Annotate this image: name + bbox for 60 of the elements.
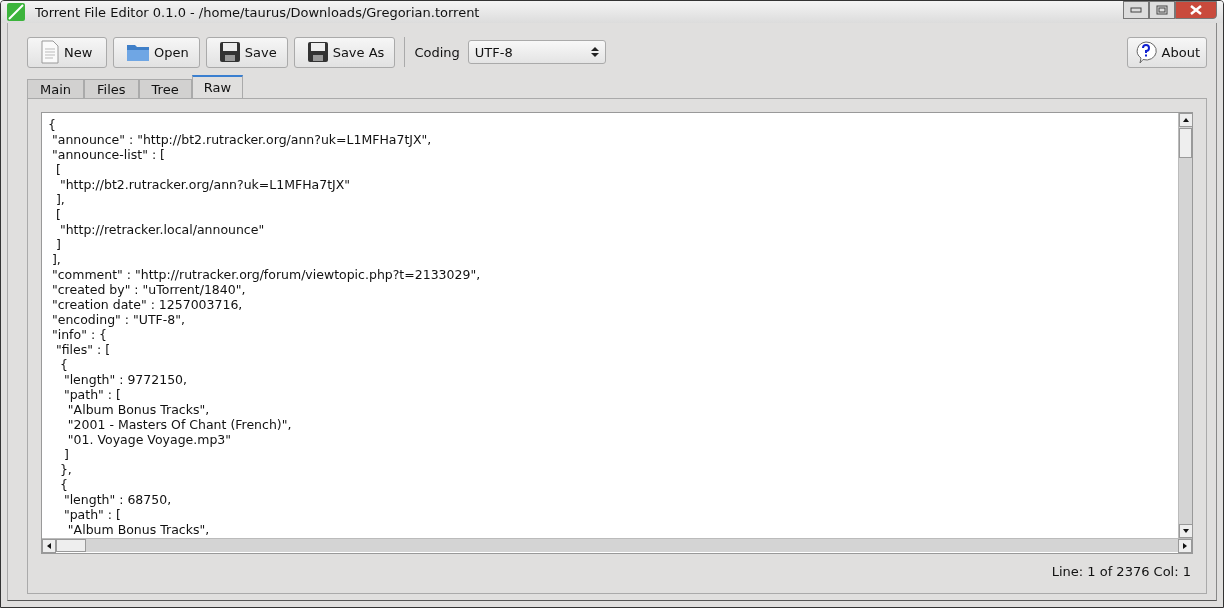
tab[interactable]: Main bbox=[27, 79, 85, 98]
code-line: "comment" : "http://rutracker.org/forum/viewtopic.php?t=2133029", bbox=[50, 267, 482, 282]
spinner-arrows-icon bbox=[590, 46, 599, 58]
document-icon bbox=[40, 40, 60, 64]
help-bubble-icon bbox=[1133, 40, 1158, 64]
about-button[interactable]: About bbox=[1126, 36, 1207, 68]
down-arrow-icon[interactable] bbox=[1183, 529, 1189, 533]
code-line: { bbox=[48, 117, 57, 132]
scroll-thumb[interactable] bbox=[1179, 128, 1192, 158]
code-line: "encoding" : "UTF-8", bbox=[50, 312, 186, 327]
right-arrow-icon[interactable] bbox=[1183, 543, 1187, 549]
code-line: { bbox=[58, 477, 69, 492]
cursor-position: Line: 1 of 2376 Col: 1 bbox=[1051, 564, 1191, 579]
code-line: "2001 - Masters Of Chant (French)", bbox=[66, 417, 293, 432]
scroll-thumb[interactable] bbox=[56, 539, 86, 552]
code-line: ], bbox=[50, 252, 62, 267]
close-icon bbox=[1189, 5, 1203, 15]
left-arrow-icon[interactable] bbox=[47, 543, 51, 549]
tab[interactable]: Files bbox=[84, 79, 139, 98]
code-line: "01. Voyage Voyage.mp3" bbox=[66, 432, 233, 447]
minimize-button[interactable] bbox=[1123, 1, 1149, 19]
toolbar-button[interactable]: Open bbox=[113, 36, 200, 68]
code-line: "files" : [ bbox=[54, 342, 112, 357]
code-line: ] bbox=[54, 237, 62, 252]
horizontal-scrollbar[interactable] bbox=[42, 538, 1192, 552]
close-button[interactable] bbox=[1175, 1, 1217, 19]
code-line: "creation date" : 1257003716, bbox=[50, 297, 244, 312]
minimize-icon bbox=[1130, 7, 1142, 13]
toolbar-button[interactable]: New bbox=[27, 36, 107, 68]
code-line: }, bbox=[58, 462, 73, 477]
code-line: { bbox=[58, 357, 69, 372]
maximize-button[interactable] bbox=[1149, 1, 1175, 19]
code-line: [ bbox=[54, 162, 62, 177]
code-line: "path" : [ bbox=[62, 387, 122, 402]
code-line: "path" : [ bbox=[62, 507, 122, 522]
code-line: ], bbox=[54, 192, 66, 207]
code-line: "length" : 9772150, bbox=[62, 372, 189, 387]
tab[interactable]: Raw bbox=[191, 75, 244, 98]
folder-icon bbox=[126, 42, 150, 62]
code-line: "announce-list" : [ bbox=[50, 147, 166, 162]
coding-dropdown[interactable]: UTF-8 bbox=[467, 40, 606, 64]
code-line: [ bbox=[54, 207, 62, 222]
code-line: "Album Bonus Tracks", bbox=[66, 522, 211, 537]
code-line: "length" : 68750, bbox=[62, 492, 173, 507]
up-arrow-icon[interactable] bbox=[1183, 118, 1189, 122]
toolbar-button[interactable]: Save As bbox=[293, 36, 396, 68]
app-logo-icon bbox=[7, 3, 25, 21]
tab[interactable]: Tree bbox=[138, 79, 192, 98]
code-line: "created by" : "uTorrent/1840", bbox=[50, 282, 247, 297]
vertical-scrollbar[interactable] bbox=[1178, 113, 1192, 538]
maximize-icon bbox=[1156, 5, 1168, 15]
code-line: "http://retracker.local/announce" bbox=[58, 222, 266, 237]
toolbar-button[interactable]: Save bbox=[205, 36, 288, 68]
code-line: "http://bt2.rutracker.org/ann?uk=L1MFHa7tJX" bbox=[58, 177, 352, 192]
code-line: ] bbox=[62, 447, 70, 462]
code-line: "Album Bonus Tracks", bbox=[66, 402, 211, 417]
window-title: Torrent File Editor 0.1.0 - /home/taurus/Downloads/Gregorian.torrent bbox=[35, 4, 480, 20]
coding-label: Coding bbox=[414, 44, 460, 60]
code-line: "info" : { bbox=[50, 327, 109, 342]
code-line: "announce" : "http://bt2.rutracker.org/ann?uk=L1MFHa7tJX", bbox=[50, 132, 433, 147]
